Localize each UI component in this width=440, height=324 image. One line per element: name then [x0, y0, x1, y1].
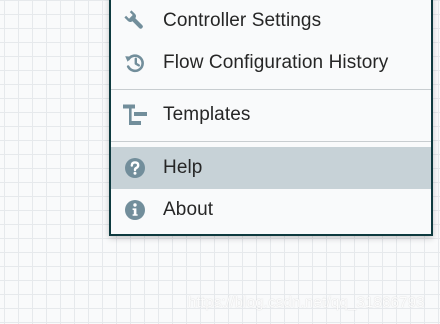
menu-item-label: Controller Settings	[163, 10, 322, 31]
menu-divider	[111, 141, 431, 142]
menu-item-templates[interactable]: Templates	[111, 94, 431, 136]
info-icon	[122, 198, 148, 222]
global-menu-dropdown: Controller Settings Flow Configuration H…	[109, 0, 433, 236]
menu-item-label: Help	[163, 157, 203, 178]
menu-item-flow-configuration-history[interactable]: Flow Configuration History	[111, 42, 431, 84]
menu-item-label: Templates	[163, 104, 251, 125]
history-icon	[122, 51, 148, 75]
menu-item-label: About	[163, 199, 214, 220]
menu-item-help[interactable]: Help	[111, 147, 431, 189]
wrench-icon	[122, 9, 148, 33]
help-icon	[122, 156, 148, 180]
menu-item-about[interactable]: About	[111, 189, 431, 231]
menu-item-controller-settings[interactable]: Controller Settings	[111, 0, 431, 42]
menu-item-label: Flow Configuration History	[163, 52, 389, 73]
menu-divider	[111, 89, 431, 90]
watermark-text: https://blog.csdn.net/qq_31866793	[188, 294, 425, 311]
templates-icon	[122, 103, 148, 127]
